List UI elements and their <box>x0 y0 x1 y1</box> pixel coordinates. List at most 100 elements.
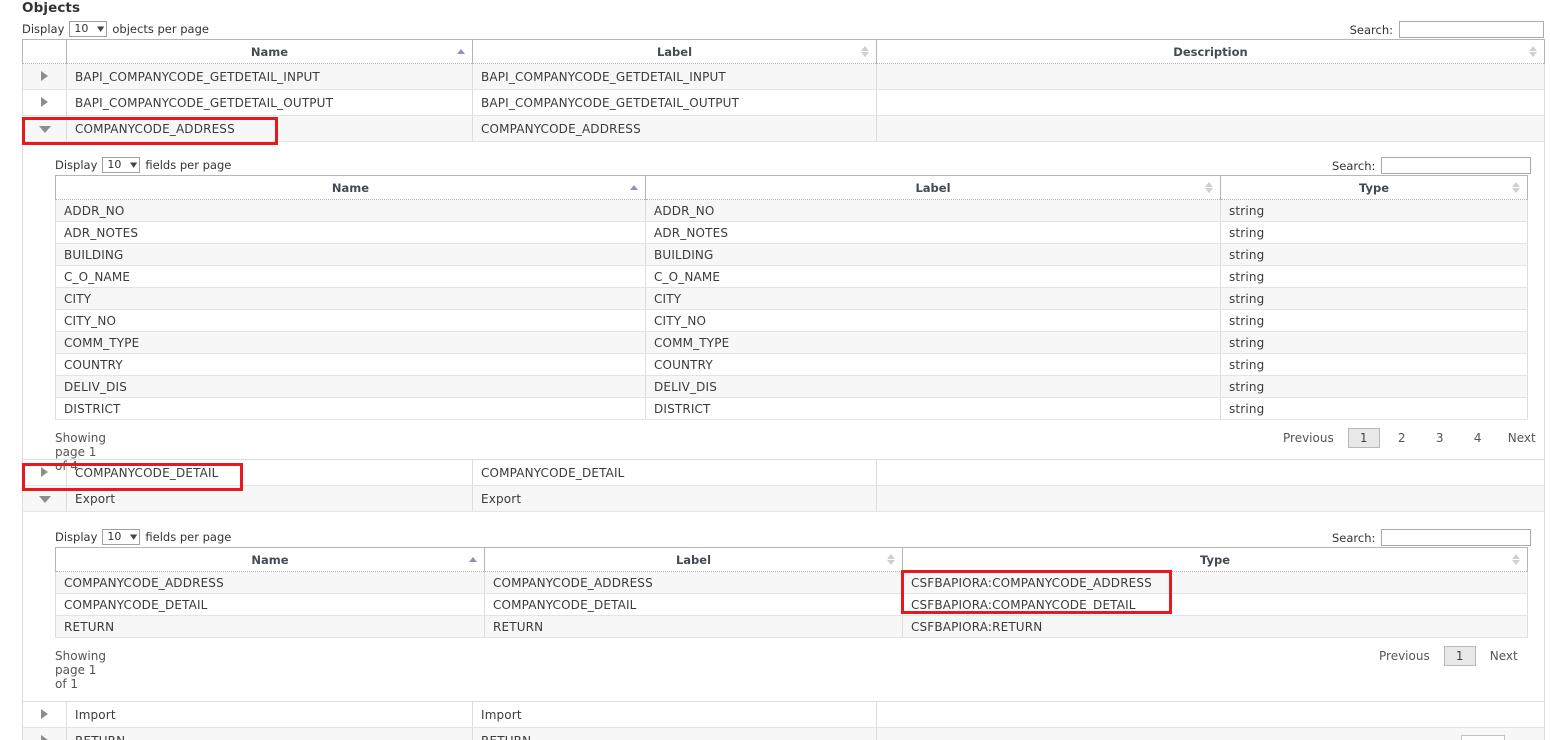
field-table-row[interactable]: BUILDING BUILDING string <box>55 243 1528 266</box>
export-col-type[interactable]: Type <box>902 547 1528 572</box>
field-table-row[interactable]: COUNTRY COUNTRY string <box>55 353 1528 376</box>
row-expander-cell[interactable] <box>22 115 67 142</box>
objects-col-expander <box>22 39 67 64</box>
pagination-page-3[interactable]: 3 <box>1424 428 1456 448</box>
export-fields-table: Name Label Type COMPANYCODE_ADDRESS COMPA… <box>55 547 1528 638</box>
triangle-right-icon[interactable] <box>41 734 48 740</box>
sort-icon <box>1204 181 1213 195</box>
field-cell-name: CITY_NO <box>55 309 646 332</box>
objects-table-row[interactable]: Export Export <box>22 485 1545 512</box>
triangle-down-icon[interactable] <box>38 495 51 503</box>
objects-search-input[interactable] <box>1399 21 1544 38</box>
export-search-input[interactable] <box>1381 529 1532 546</box>
field-table-row[interactable]: RETURN RETURN CSFBAPIORA:RETURN <box>55 615 1528 638</box>
address-header-row: Name Label Type <box>55 175 1528 200</box>
objects-col-name[interactable]: Name <box>66 39 473 64</box>
address-col-name[interactable]: Name <box>55 175 646 200</box>
objects-table-row[interactable]: BAPI_COMPANYCODE_GETDETAIL_INPUT BAPI_COM… <box>22 63 1545 90</box>
triangle-right-icon[interactable] <box>41 708 48 719</box>
address-per-page-select[interactable]: 10 ▼ <box>102 157 141 173</box>
field-table-row[interactable]: ADDR_NO ADDR_NO string <box>55 199 1528 222</box>
export-display-suffix: fields per page <box>145 530 232 544</box>
chevron-down-icon: ▼ <box>130 160 138 169</box>
bottom-partial-control[interactable] <box>1461 735 1505 740</box>
export-col-label-label: Label <box>675 552 712 567</box>
objects-table-row[interactable]: BAPI_COMPANYCODE_GETDETAIL_OUTPUT BAPI_CO… <box>22 89 1545 116</box>
field-cell-type: string <box>1220 287 1528 310</box>
field-table-row[interactable]: C_O_NAME C_O_NAME string <box>55 265 1528 288</box>
field-table-row[interactable]: DELIV_DIS DELIV_DIS string <box>55 375 1528 398</box>
address-col-label-label: Label <box>915 180 951 195</box>
sort-icon <box>1528 45 1537 59</box>
field-table-row[interactable]: DISTRICT DISTRICT string <box>55 397 1528 420</box>
address-display-prefix: Display <box>55 158 98 172</box>
objects-col-name-label: Name <box>250 44 289 59</box>
export-header-row: Name Label Type <box>55 547 1528 572</box>
field-cell-type: CSFBAPIORA:COMPANYCODE_ADDRESS <box>902 571 1528 594</box>
objects-table-row[interactable]: COMPANYCODE_ADDRESS COMPANYCODE_ADDRESS <box>22 115 1545 142</box>
triangle-right-icon[interactable] <box>41 70 48 81</box>
field-cell-name: CITY <box>55 287 646 310</box>
field-cell-type: string <box>1220 243 1528 266</box>
field-cell-type: string <box>1220 221 1528 244</box>
objects-table-row[interactable]: Import Import <box>22 701 1545 728</box>
triangle-down-icon[interactable] <box>38 125 51 133</box>
pagination-page-1[interactable]: 1 <box>1443 646 1476 666</box>
field-cell-type: string <box>1220 353 1528 376</box>
address-col-type[interactable]: Type <box>1220 175 1528 200</box>
pagination-previous[interactable]: Previous <box>1272 429 1345 447</box>
objects-table-row[interactable]: RETURNRETURN <box>22 727 1545 740</box>
triangle-right-icon[interactable] <box>41 466 48 477</box>
field-cell-label: DISTRICT <box>645 397 1221 420</box>
field-table-row[interactable]: ADR_NOTES ADR_NOTES string <box>55 221 1528 244</box>
pagination-page-2[interactable]: 2 <box>1386 428 1418 448</box>
field-table-row[interactable]: CITY_NO CITY_NO string <box>55 309 1528 332</box>
field-cell-name: COMPANYCODE_DETAIL <box>55 593 485 616</box>
objects-table-row[interactable]: COMPANYCODE_DETAIL COMPANYCODE_DETAIL <box>22 459 1545 486</box>
field-cell-name: COUNTRY <box>55 353 646 376</box>
address-search-group: Search: <box>1332 157 1532 174</box>
pagination-previous[interactable]: Previous <box>1368 647 1441 665</box>
field-table-row[interactable]: COMPANYCODE_ADDRESS COMPANYCODE_ADDRESS CS… <box>55 571 1528 594</box>
field-table-row[interactable]: CITY CITY string <box>55 287 1528 310</box>
objects-cell-description <box>876 727 1545 740</box>
address-col-label[interactable]: Label <box>645 175 1221 200</box>
row-expander-cell[interactable] <box>22 701 67 728</box>
row-expander-cell[interactable] <box>22 485 67 512</box>
objects-col-description[interactable]: Description <box>876 39 1545 64</box>
page-title: Objects <box>22 0 81 16</box>
field-cell-label: RETURN <box>484 615 903 638</box>
export-col-label[interactable]: Label <box>484 547 903 572</box>
pagination-next[interactable]: Next <box>1479 647 1529 665</box>
pagination-page-1[interactable]: 1 <box>1347 428 1380 448</box>
field-cell-type: CSFBAPIORA:COMPANYCODE_DETAIL <box>902 593 1528 616</box>
objects-table-head: Name Label Description <box>22 39 1545 64</box>
field-table-row[interactable]: COMPANYCODE_DETAIL COMPANYCODE_DETAIL CSFB… <box>55 593 1528 616</box>
address-per-page-value: 10 <box>107 158 122 171</box>
field-cell-type: string <box>1220 199 1528 222</box>
row-expander-cell[interactable] <box>22 89 67 116</box>
address-fields-table: Name Label Type ADDR_NO ADDR_NO string ADR_… <box>55 175 1528 420</box>
row-expander-cell[interactable] <box>22 727 67 740</box>
address-display-suffix: fields per page <box>145 158 232 172</box>
pagination-page-4[interactable]: 4 <box>1462 428 1494 448</box>
row-expander-cell[interactable] <box>22 63 67 90</box>
chevron-down-icon: ▼ <box>97 24 105 33</box>
objects-cell-label: Import <box>472 701 877 728</box>
objects-per-page-select[interactable]: 10 ▼ <box>69 21 108 37</box>
field-cell-label: CITY <box>645 287 1221 310</box>
objects-cell-description <box>876 115 1545 142</box>
field-cell-name: C_O_NAME <box>55 265 646 288</box>
sort-ascending-icon <box>629 181 638 195</box>
field-table-row[interactable]: COMM_TYPE COMM_TYPE string <box>55 331 1528 354</box>
field-cell-label: CITY_NO <box>645 309 1221 332</box>
pagination-next[interactable]: Next <box>1497 429 1547 447</box>
objects-cell-label: BAPI_COMPANYCODE_GETDETAIL_INPUT <box>472 63 877 90</box>
objects-display-suffix: objects per page <box>112 22 209 36</box>
export-per-page-select[interactable]: 10 ▼ <box>102 529 141 545</box>
triangle-right-icon[interactable] <box>41 96 48 107</box>
export-col-name[interactable]: Name <box>55 547 485 572</box>
objects-cell-label: Export <box>472 485 877 512</box>
address-search-input[interactable] <box>1381 157 1532 174</box>
objects-col-label[interactable]: Label <box>472 39 877 64</box>
